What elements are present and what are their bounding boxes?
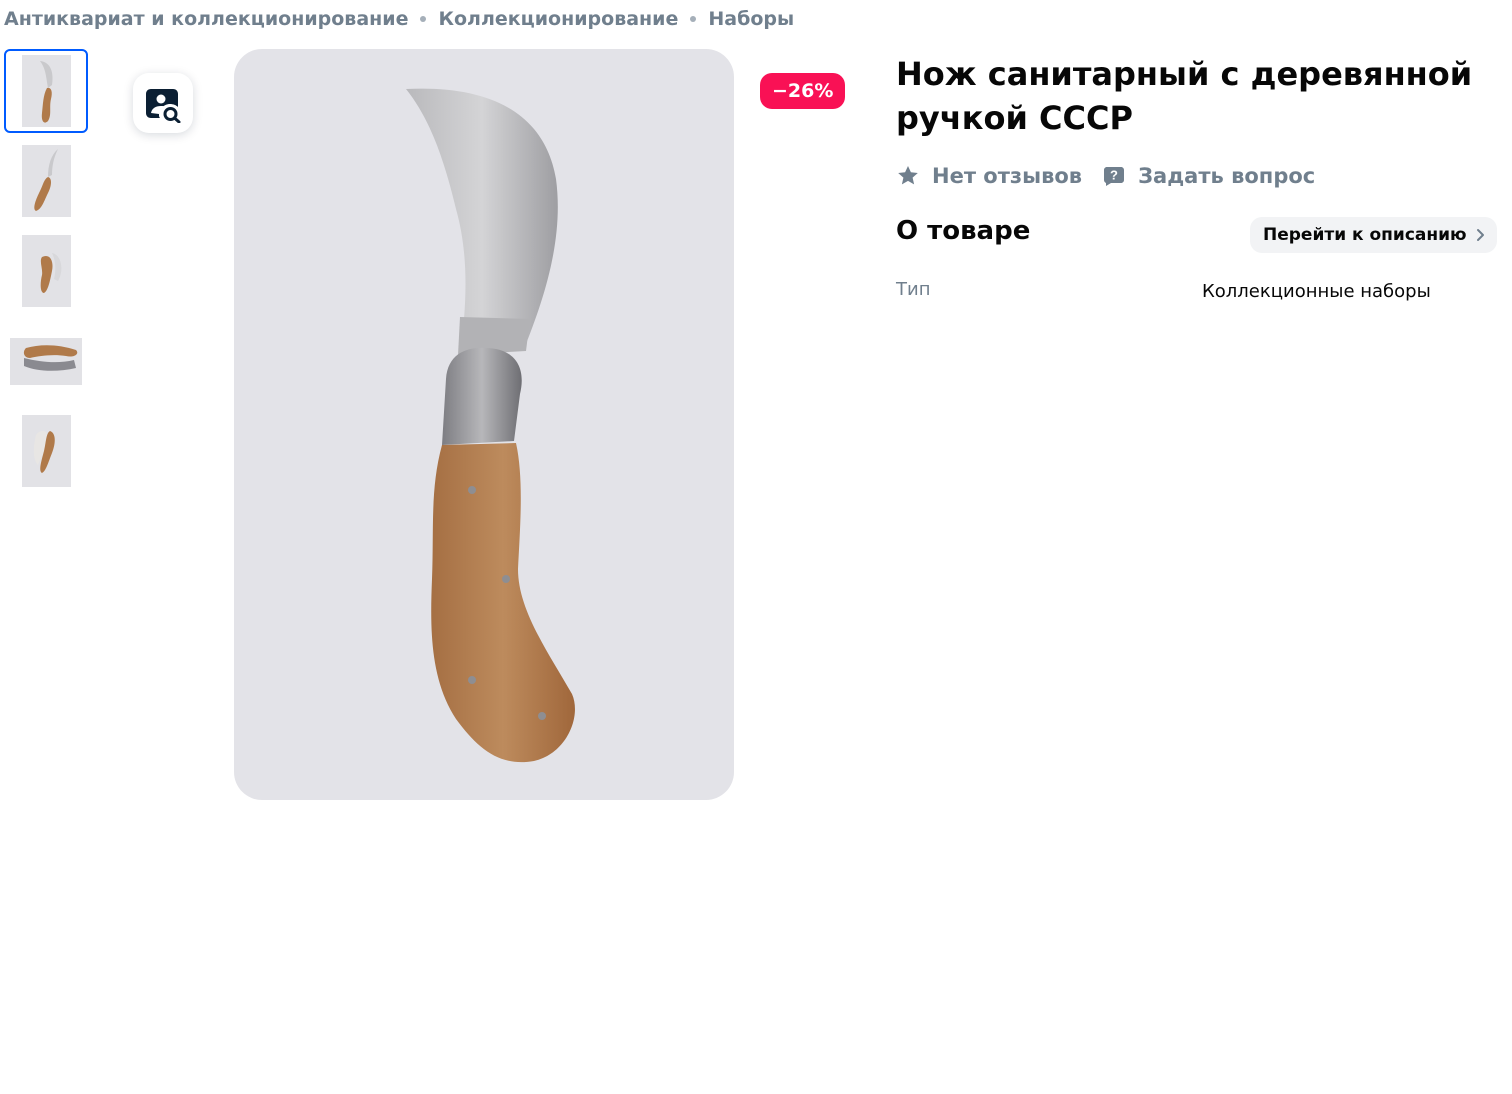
product-title: Нож санитарный с деревянной ручкой СССР bbox=[896, 55, 1473, 137]
breadcrumb: Антиквариат и коллекционирование Коллекц… bbox=[4, 6, 794, 32]
thumbnail-image bbox=[21, 55, 71, 127]
thumbnail-image bbox=[21, 235, 71, 307]
goto-description-label: Перейти к описанию bbox=[1263, 225, 1467, 245]
product-main-photo[interactable] bbox=[234, 49, 734, 800]
breadcrumb-separator bbox=[690, 16, 697, 22]
goto-description-button[interactable]: Перейти к описанию bbox=[1250, 217, 1497, 253]
knife-image bbox=[406, 88, 575, 763]
zoom-search-button[interactable] bbox=[133, 73, 193, 133]
ask-question-link[interactable]: ? Задать вопрос bbox=[1102, 164, 1315, 188]
question-bubble-icon: ? bbox=[1104, 167, 1125, 186]
about-section-title: О товаре bbox=[896, 216, 1031, 246]
thumbnail-image bbox=[10, 337, 82, 385]
thumbnail-image bbox=[21, 415, 71, 487]
thumbnail-3[interactable] bbox=[4, 229, 88, 313]
chevron-right-icon bbox=[1477, 229, 1484, 241]
thumbnail-1[interactable] bbox=[4, 49, 88, 133]
breadcrumb-separator bbox=[420, 16, 427, 22]
breadcrumb-item-sets[interactable]: Наборы bbox=[708, 8, 794, 30]
svg-text:?: ? bbox=[1110, 168, 1118, 183]
breadcrumb-item-collecting[interactable]: Коллекционирование bbox=[438, 8, 678, 30]
star-icon bbox=[898, 166, 918, 185]
reviews-label: Нет отзывов bbox=[932, 164, 1083, 188]
thumbnail-image bbox=[21, 145, 71, 217]
thumbnail-2[interactable] bbox=[4, 139, 88, 223]
discount-badge: −26% bbox=[760, 73, 846, 109]
property-value-type: Коллекционные наборы bbox=[1202, 281, 1431, 302]
product-meta: Нет отзывов ? Задать вопрос bbox=[896, 160, 1315, 192]
thumbnail-4[interactable] bbox=[4, 319, 88, 403]
property-label-type: Тип bbox=[896, 279, 931, 300]
magnify-image-icon bbox=[146, 89, 181, 123]
breadcrumb-item-antiques[interactable]: Антиквариат и коллекционирование bbox=[4, 8, 408, 30]
ask-question-label: Задать вопрос bbox=[1138, 164, 1316, 188]
thumbnail-5[interactable] bbox=[4, 409, 88, 493]
reviews-link[interactable]: Нет отзывов bbox=[896, 164, 1082, 188]
